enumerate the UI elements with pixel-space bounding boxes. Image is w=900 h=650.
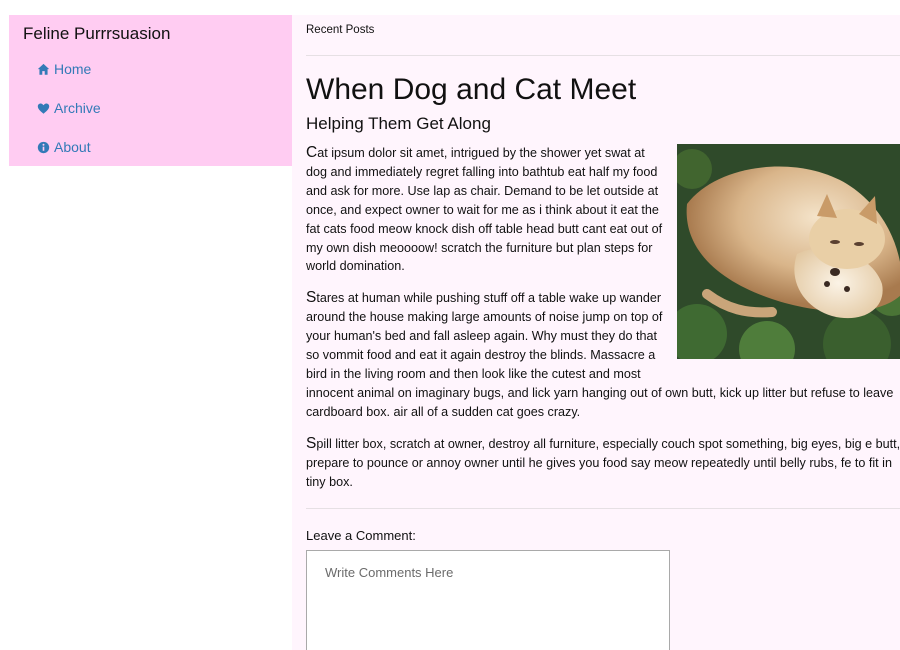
- breadcrumb[interactable]: Recent Posts: [306, 24, 374, 36]
- sidebar-item-label: Archive: [54, 100, 101, 116]
- heart-icon: [37, 102, 50, 115]
- divider: [306, 55, 900, 56]
- comment-field[interactable]: [306, 550, 670, 650]
- post-title: When Dog and Cat Meet: [306, 73, 637, 106]
- sidebar-item-home[interactable]: Home: [37, 61, 91, 77]
- post-subtitle: Helping Them Get Along: [306, 114, 491, 133]
- site-brand[interactable]: Feline Purrrsuasion: [23, 24, 170, 44]
- sidebar-item-label: About: [54, 139, 91, 155]
- sidebar-item-archive[interactable]: Archive: [37, 100, 101, 116]
- post-paragraph: Spill litter box, scratch at owner, dest…: [306, 434, 900, 489]
- info-icon: [37, 141, 50, 154]
- comment-label: Leave a Comment:: [306, 528, 416, 543]
- main-content: Recent Posts When Dog and Cat Meet Helpi…: [292, 15, 900, 650]
- divider: [306, 508, 900, 509]
- post-body: Cat ipsum dolor sit amet, intrigued by t…: [306, 144, 900, 504]
- home-icon: [37, 63, 50, 76]
- post-image: [677, 144, 900, 359]
- sidebar: Feline Purrrsuasion Home Archive About: [9, 15, 292, 166]
- sidebar-item-label: Home: [54, 61, 92, 77]
- sidebar-item-about[interactable]: About: [37, 139, 91, 155]
